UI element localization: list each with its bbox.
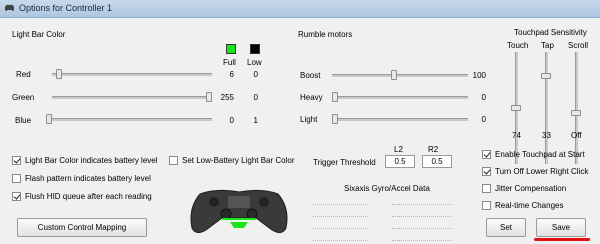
scroll-slider[interactable]	[571, 52, 581, 164]
touch-value: 74	[512, 131, 521, 140]
save-highlight-underline	[534, 238, 590, 241]
l2-label: L2	[394, 145, 403, 154]
flush-hid-checkbox[interactable]	[12, 192, 21, 201]
lower-right-click-checkbox[interactable]	[482, 167, 491, 176]
tap-label: Tap	[541, 41, 554, 50]
lightbar-title: Light Bar Color	[12, 30, 66, 39]
lower-right-click-label: Turn Off Lower Right Click	[495, 167, 589, 176]
light-value: 0	[481, 115, 486, 124]
heavy-label: Heavy	[300, 93, 323, 102]
scroll-label: Scroll	[568, 41, 589, 50]
r2-label: R2	[428, 145, 439, 154]
options-panel: Light Bar Color Full Low Red 6 0 Green 2…	[0, 18, 600, 244]
realtime-changes-checkbox[interactable]	[482, 201, 491, 210]
realtime-changes-label: Real-time Changes	[495, 201, 564, 210]
full-color-swatch[interactable]	[226, 44, 236, 54]
controller-icon	[5, 4, 14, 11]
title-bar[interactable]: Options for Controller 1	[0, 0, 600, 18]
low-label: Low	[247, 58, 262, 67]
jitter-compensation-label: Jitter Compensation	[495, 184, 567, 193]
red-low-value: 0	[253, 70, 258, 79]
blue-low-value: 1	[253, 116, 258, 125]
heavy-value: 0	[481, 93, 486, 102]
enable-touchpad-label: Enable Touchpad at Start	[495, 150, 585, 159]
green-full-value: 255	[220, 93, 234, 102]
tap-value: 33	[542, 131, 551, 140]
light-slider[interactable]	[332, 114, 468, 124]
blue-full-value: 0	[229, 116, 234, 125]
r2-threshold-input[interactable]: 0.5	[422, 155, 452, 168]
flush-hid-label: Flush HID queue after each reading	[25, 192, 152, 201]
save-button[interactable]: Save	[536, 218, 586, 237]
green-low-value: 0	[253, 93, 258, 102]
boost-value: 100	[472, 71, 486, 80]
touch-slider[interactable]	[511, 52, 521, 164]
l2-threshold-input[interactable]: 0.5	[385, 155, 415, 168]
set-button[interactable]: Set	[486, 218, 526, 237]
touchpad-title: Touchpad Sensitivity	[514, 28, 587, 37]
touch-label: Touch	[507, 41, 529, 50]
custom-control-mapping-button[interactable]: Custom Control Mapping	[17, 218, 147, 237]
sixaxis-title: Sixaxis Gyro/Accel Data	[344, 184, 430, 193]
green-label: Green	[12, 93, 35, 102]
rumble-title: Rumble motors	[298, 30, 353, 39]
lightbar-battery-checkbox[interactable]	[12, 156, 21, 165]
low-battery-color-checkbox[interactable]	[169, 156, 178, 165]
flash-pattern-label: Flash pattern indicates battery level	[25, 174, 151, 183]
green-slider[interactable]	[52, 92, 212, 102]
light-label: Light	[300, 115, 318, 124]
tap-slider[interactable]	[541, 52, 551, 164]
enable-touchpad-checkbox[interactable]	[482, 150, 491, 159]
trigger-threshold-label: Trigger Threshold	[313, 158, 376, 167]
full-label: Full	[223, 58, 236, 67]
boost-slider[interactable]	[332, 70, 468, 80]
flash-pattern-checkbox[interactable]	[12, 174, 21, 183]
red-full-value: 6	[229, 70, 234, 79]
red-slider[interactable]	[52, 69, 212, 79]
heavy-slider[interactable]	[332, 92, 468, 102]
lightbar-battery-label: Light Bar Color indicates battery level	[25, 156, 158, 165]
controller-image	[190, 189, 288, 234]
low-color-swatch[interactable]	[250, 44, 260, 54]
blue-label: Blue	[15, 116, 32, 125]
red-label: Red	[16, 70, 31, 79]
boost-label: Boost	[300, 71, 321, 80]
jitter-compensation-checkbox[interactable]	[482, 184, 491, 193]
blue-slider[interactable]	[46, 114, 212, 124]
window-title: Options for Controller 1	[19, 3, 113, 13]
scroll-value: Off	[571, 131, 582, 140]
low-battery-color-label: Set Low-Battery Light Bar Color	[182, 156, 295, 165]
